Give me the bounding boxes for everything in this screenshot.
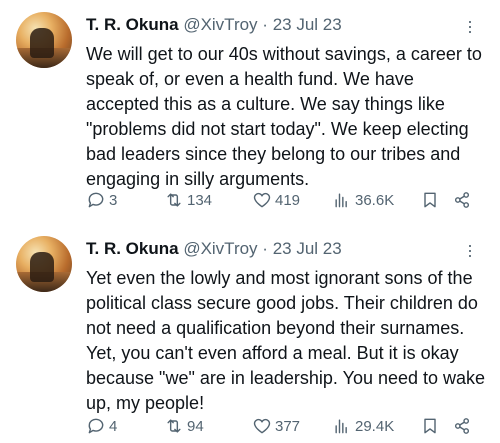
share-button[interactable] [452, 188, 475, 212]
header-separator: · [262, 239, 268, 258]
bookmark-icon [424, 418, 436, 434]
tweet-header: T. R. Okuna @XivTroy · 23 Jul 23 [86, 14, 342, 36]
like-count: 419 [275, 191, 301, 209]
tweet-text: We will get to our 40s without savings, … [86, 44, 482, 189]
share-icon [454, 192, 470, 208]
like-count: 377 [275, 417, 301, 435]
views-icon [335, 193, 347, 208]
views-count: 29.4K [355, 417, 395, 435]
like-icon [253, 418, 271, 434]
retweet-count: 94 [187, 417, 204, 435]
retweet-count: 134 [187, 191, 213, 209]
tweet-date[interactable]: 23 Jul 23 [273, 239, 342, 258]
reply-button[interactable]: 3 [86, 188, 117, 212]
like-button[interactable]: 377 [252, 414, 300, 438]
views-button[interactable]: 36.6K [332, 188, 394, 212]
author-handle[interactable]: @XivTroy [183, 15, 257, 34]
avatar-figure [30, 28, 54, 58]
more-icon[interactable]: · · · [460, 12, 480, 40]
views-button[interactable]: 29.4K [332, 414, 394, 438]
author-name[interactable]: T. R. Okuna [86, 239, 179, 258]
views-count: 36.6K [355, 191, 395, 209]
share-icon [454, 418, 470, 434]
avatar-figure [30, 252, 54, 282]
reply-icon [88, 418, 104, 434]
more-icon[interactable]: · · · [460, 236, 480, 264]
retweet-button[interactable]: 134 [164, 188, 212, 212]
reply-button[interactable]: 4 [86, 414, 117, 438]
reply-count: 3 [109, 191, 118, 209]
like-button[interactable]: 419 [252, 188, 300, 212]
tweet-header: T. R. Okuna @XivTroy · 23 Jul 23 [86, 238, 342, 260]
avatar[interactable] [16, 236, 72, 292]
retweet-icon [167, 193, 181, 207]
author-name[interactable]: T. R. Okuna [86, 15, 179, 34]
tweet-text: Yet even the lowly and most ignorant son… [86, 268, 486, 413]
bookmark-icon [424, 192, 436, 208]
retweet-icon [167, 419, 181, 433]
tweet-date[interactable]: 23 Jul 23 [273, 15, 342, 34]
author-handle[interactable]: @XivTroy [183, 239, 257, 258]
retweet-button[interactable]: 94 [164, 414, 204, 438]
like-icon [253, 192, 271, 208]
views-icon [335, 419, 347, 434]
reply-count: 4 [109, 417, 118, 435]
reply-icon [88, 192, 104, 208]
share-button[interactable] [452, 414, 475, 438]
bookmark-button[interactable] [420, 414, 443, 438]
header-separator: · [262, 15, 268, 34]
bookmark-button[interactable] [420, 188, 443, 212]
tweet-actions: 4 94 377 29.4K [86, 414, 486, 438]
avatar[interactable] [16, 12, 72, 68]
tweet-actions: 3 134 419 36.6K [86, 188, 486, 212]
